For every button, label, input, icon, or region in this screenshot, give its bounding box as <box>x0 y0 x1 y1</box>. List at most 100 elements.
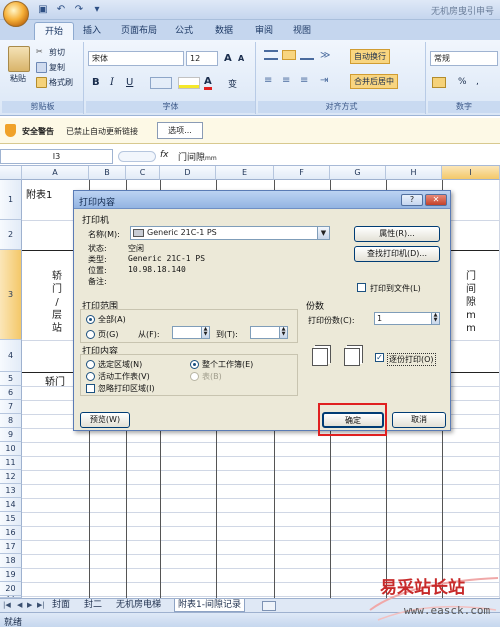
row-header[interactable]: 11 <box>0 456 22 470</box>
tab-review[interactable]: 审阅 <box>250 22 278 40</box>
row-header[interactable]: 15 <box>0 512 22 526</box>
column-header[interactable]: B <box>89 166 126 180</box>
fill-color-icon[interactable] <box>178 77 200 89</box>
sheet-tab[interactable]: 封二 <box>84 599 102 612</box>
what-workbook-radio[interactable] <box>190 360 199 369</box>
sheet-tab-active[interactable]: 附表1-间隙记录 <box>174 599 245 612</box>
sheet-tab[interactable]: 无机房电梯 <box>116 599 161 612</box>
redo-icon[interactable]: ↷ <box>72 3 86 17</box>
align-right-icon[interactable]: ≡ <box>300 75 308 86</box>
row-header[interactable]: 18 <box>0 554 22 568</box>
select-all-corner[interactable] <box>0 166 22 180</box>
prev-sheet-icon[interactable]: ◀ <box>17 601 22 609</box>
paste-icon[interactable] <box>8 46 30 72</box>
italic-button[interactable]: I <box>110 77 114 88</box>
tab-data[interactable]: 数据 <box>210 22 238 40</box>
help-button[interactable]: ? <box>401 194 423 206</box>
align-middle-icon[interactable] <box>282 50 296 60</box>
cut-button[interactable]: ✂ 剪切 <box>36 47 65 58</box>
cell-a5[interactable]: 轿门 <box>45 373 65 388</box>
row-header[interactable]: 1 <box>0 180 22 220</box>
range-to-input[interactable]: ▲ ▼ <box>250 326 288 339</box>
cancel-button[interactable]: 取消 <box>392 412 446 428</box>
row-header[interactable]: 9 <box>0 428 22 442</box>
font-size-select[interactable]: 12 <box>186 51 218 66</box>
tab-home[interactable]: 开始 <box>34 22 74 40</box>
range-all-radio[interactable] <box>86 315 95 324</box>
insert-sheet-icon[interactable] <box>262 601 276 611</box>
shrink-font-button[interactable]: A <box>238 54 244 63</box>
comma-button[interactable]: , <box>476 77 479 87</box>
font-color-button[interactable]: A <box>204 76 212 90</box>
copies-count-input[interactable]: 1 ▲ ▼ <box>374 312 440 325</box>
undo-icon[interactable]: ↶ <box>54 3 68 17</box>
row-header[interactable]: 12 <box>0 470 22 484</box>
align-left-icon[interactable]: ≡ <box>264 75 272 86</box>
phonetic-button[interactable]: 变 <box>228 77 237 90</box>
column-header[interactable]: I <box>442 166 500 180</box>
column-header[interactable]: F <box>274 166 330 180</box>
row-header[interactable]: 8 <box>0 414 22 428</box>
row-header[interactable]: 17 <box>0 540 22 554</box>
what-table-radio[interactable] <box>190 372 199 381</box>
number-format-select[interactable]: 常规 <box>430 51 498 66</box>
last-sheet-icon[interactable]: ▶| <box>37 601 45 609</box>
row-header[interactable]: 6 <box>0 386 22 400</box>
row-header[interactable]: 20 <box>0 582 22 596</box>
row-header[interactable]: 7 <box>0 400 22 414</box>
print-to-file-checkbox[interactable] <box>357 283 366 292</box>
copy-button[interactable]: 复制 <box>36 62 65 73</box>
column-header[interactable]: H <box>386 166 442 180</box>
properties-button[interactable]: 属性(R)... <box>354 226 440 242</box>
column-header[interactable]: D <box>160 166 216 180</box>
indent-icon[interactable]: ⇥ <box>320 75 328 86</box>
align-center-icon[interactable]: ≡ <box>282 75 290 86</box>
preview-button[interactable]: 预览(W) <box>80 412 130 428</box>
column-header[interactable]: G <box>330 166 386 180</box>
align-top-icon[interactable] <box>264 50 278 60</box>
font-name-select[interactable]: 宋体 <box>88 51 184 66</box>
bold-button[interactable]: B <box>92 77 100 88</box>
paste-button[interactable]: 粘贴 <box>10 73 26 84</box>
align-bottom-icon[interactable] <box>300 50 314 60</box>
currency-icon[interactable] <box>432 77 446 88</box>
tab-insert[interactable]: 插入 <box>78 22 106 40</box>
row-header[interactable]: 19 <box>0 568 22 582</box>
orientation-icon[interactable]: ≫ <box>320 50 330 61</box>
wrap-text-button[interactable]: 自动换行 <box>350 49 390 64</box>
ignore-area-checkbox[interactable] <box>86 384 95 393</box>
column-header[interactable]: E <box>216 166 274 180</box>
underline-button[interactable]: U <box>126 77 133 88</box>
what-active-radio[interactable] <box>86 372 95 381</box>
cell-a3[interactable]: 轿 门 / 层 站 <box>50 270 64 335</box>
find-printer-button[interactable]: 查找打印机(D)... <box>354 246 440 262</box>
row-header[interactable]: 13 <box>0 484 22 498</box>
printer-name-select[interactable]: Generic 21C-1 PS ▼ <box>130 226 330 240</box>
next-sheet-icon[interactable]: ▶ <box>27 601 32 609</box>
tab-page-layout[interactable]: 页面布局 <box>116 22 162 40</box>
insert-function-icon[interactable]: fx <box>160 150 169 160</box>
security-options-button[interactable]: 选项... <box>157 122 203 139</box>
row-header[interactable]: 5 <box>0 372 22 386</box>
close-button[interactable]: ✕ <box>425 194 447 206</box>
column-header[interactable]: A <box>22 166 89 180</box>
formula-input[interactable]: 门间隙mm <box>178 150 217 163</box>
save-icon[interactable]: ▣ <box>36 3 50 17</box>
customize-icon[interactable]: ▾ <box>90 3 104 17</box>
grow-font-button[interactable]: A <box>224 53 232 64</box>
row-header[interactable]: 3 <box>0 250 22 340</box>
row-header[interactable]: 10 <box>0 442 22 456</box>
first-sheet-icon[interactable]: |◀ <box>3 601 11 609</box>
border-icon[interactable] <box>150 77 172 89</box>
tab-formulas[interactable]: 公式 <box>170 22 198 40</box>
format-painter-button[interactable]: 格式刷 <box>36 77 73 88</box>
office-button[interactable] <box>3 1 29 27</box>
row-header[interactable]: 2 <box>0 220 22 250</box>
range-from-input[interactable]: ▲ ▼ <box>172 326 210 339</box>
cell-i3[interactable]: 门 间 隙 m m <box>464 270 478 335</box>
row-header[interactable]: 4 <box>0 340 22 372</box>
collate-checkbox[interactable]: ✓ <box>375 353 384 362</box>
cell-a1[interactable]: 附表1 <box>26 186 52 201</box>
merge-center-button[interactable]: 合并后居中 <box>350 74 398 89</box>
row-header[interactable]: 14 <box>0 498 22 512</box>
